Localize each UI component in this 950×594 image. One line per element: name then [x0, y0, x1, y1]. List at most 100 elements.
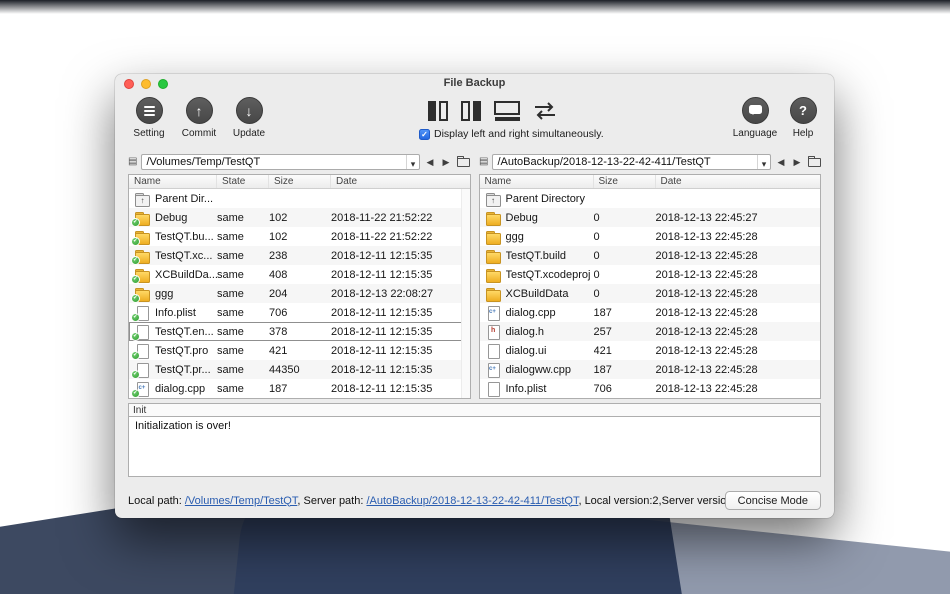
right-open-folder-button[interactable] [808, 155, 821, 167]
table-row[interactable]: ggg same 204 2018-12-13 22:08:27 [129, 284, 470, 303]
file-name: XCBuildData [505, 287, 569, 300]
zoom-button[interactable] [158, 79, 168, 89]
speech-bubble-icon [741, 97, 769, 124]
table-row[interactable]: TestQT.pro same 421 2018-12-11 12:15:35 [129, 341, 470, 360]
help-button[interactable]: Help [782, 97, 824, 139]
file-name: TestQT.build [505, 249, 567, 262]
file-size: 378 [269, 325, 288, 338]
sync-arrows-icon[interactable] [532, 99, 558, 123]
update-button[interactable]: Update [228, 97, 270, 139]
file-date: 2018-12-13 22:45:28 [655, 325, 758, 338]
right-forward-button[interactable] [791, 155, 803, 169]
table-row[interactable]: dialog.cpp 187 2018-12-13 22:45:28 [480, 303, 821, 322]
table-row[interactable]: ggg 0 2018-12-13 22:45:28 [480, 227, 821, 246]
table-row[interactable]: TestQT.build 0 2018-12-13 22:45:28 [479, 246, 820, 265]
column-header-size[interactable]: Size [269, 175, 331, 188]
toolbar: Setting Commit Update [115, 93, 834, 151]
horizontal-split-view-icon[interactable] [493, 99, 521, 123]
column-header-name[interactable]: Name [480, 175, 594, 188]
file-name: Parent Dir... [155, 192, 214, 205]
column-header-name[interactable]: Name [129, 175, 217, 188]
sync-check-badge [131, 236, 140, 246]
column-header-date[interactable]: Date [331, 175, 470, 188]
table-row[interactable]: dialog.h 257 2018-12-13 22:45:28 [479, 322, 820, 341]
concise-mode-button[interactable]: Concise Mode [724, 491, 821, 510]
table-row[interactable]: Info.plist 706 2018-12-13 22:45:28 [480, 379, 821, 398]
table-row[interactable]: TestQT.pr... same 44350 2018-12-11 12:15… [129, 360, 470, 379]
setting-label: Setting [133, 128, 165, 139]
column-header-date[interactable]: Date [656, 175, 821, 188]
file-date: 2018-12-11 12:15:35 [331, 325, 433, 338]
file-icon [485, 381, 501, 397]
file-date: 2018-12-13 22:45:27 [655, 211, 758, 224]
file-date: 2018-12-11 12:15:35 [331, 249, 433, 262]
file-size: 706 [269, 306, 288, 319]
column-header-state[interactable]: State [217, 175, 269, 188]
file-state: same [217, 268, 244, 281]
desktop-background: File Backup Setting Commit Update [0, 0, 950, 594]
folder-icon [131, 249, 150, 265]
sync-check-badge [131, 388, 140, 398]
toolbar-center-group: Display left and right simultaneously. [419, 99, 604, 140]
folder-icon [485, 211, 501, 226]
file-size: 102 [269, 211, 288, 224]
file-name: ggg [505, 230, 524, 243]
file-name: Info.plist [155, 306, 196, 319]
table-row[interactable]: dialog.cpp same 187 2018-12-11 12:15:35 [129, 379, 470, 398]
view-mode-icons [427, 99, 604, 123]
column-header-size[interactable]: Size [594, 175, 656, 188]
file-icon [485, 343, 501, 359]
right-back-button[interactable] [775, 155, 787, 169]
table-row[interactable]: TestQT.xcodeproj 0 2018-12-13 22:45:28 [480, 265, 821, 284]
table-row[interactable]: Parent Dir... [129, 189, 470, 208]
chevron-down-icon[interactable] [406, 155, 419, 169]
right-file-table-body: Parent Directory Debug 0 2018-12-13 22:4… [479, 189, 821, 398]
left-table-header: Name State Size Date [129, 175, 470, 189]
table-row[interactable]: Debug 0 2018-12-13 22:45:27 [479, 208, 820, 227]
parent-dir-icon [485, 192, 501, 207]
minimize-button[interactable] [141, 79, 151, 89]
setting-button[interactable]: Setting [128, 97, 170, 139]
language-button[interactable]: Language [732, 97, 778, 139]
toolbar-right-group: Language Help [732, 97, 824, 139]
left-open-folder-button[interactable] [457, 155, 470, 167]
file-date: 2018-12-11 12:15:35 [331, 344, 433, 357]
file-name: XCBuildDa... [155, 268, 217, 281]
right-pane-view-icon[interactable] [460, 99, 482, 123]
server-path-link[interactable]: /AutoBackup/2018-12-13-22-42-411/TestQT [366, 495, 578, 507]
file-icon [131, 362, 150, 379]
sync-check-badge [131, 293, 140, 303]
table-row[interactable]: dialogww.cpp 187 2018-12-13 22:45:28 [479, 360, 820, 379]
table-row[interactable]: TestQT.bu... same 102 2018-11-22 21:52:2… [129, 227, 470, 246]
display-sync-checkbox[interactable] [419, 128, 430, 140]
table-row[interactable]: Parent Directory [480, 189, 821, 208]
close-button[interactable] [124, 79, 134, 89]
log-output[interactable]: Initialization is over! [128, 417, 821, 477]
file-name: dialog.cpp [505, 306, 556, 319]
table-row[interactable]: TestQT.xc... same 238 2018-12-11 12:15:3… [129, 246, 470, 265]
table-row[interactable]: dialog.ui 421 2018-12-13 22:45:28 [480, 341, 821, 360]
left-pane-view-icon[interactable] [427, 99, 449, 123]
question-mark-icon [789, 97, 817, 124]
file-icon [131, 324, 150, 341]
log-section-label: Init [128, 403, 821, 417]
table-row[interactable]: Debug same 102 2018-11-22 21:52:22 [129, 208, 470, 227]
right-path-combobox[interactable]: /AutoBackup/2018-12-13-22-42-411/TestQT [492, 154, 771, 170]
table-row[interactable]: TestQT.en... same 378 2018-12-11 12:15:3… [129, 322, 470, 341]
left-path-combobox[interactable]: /Volumes/Temp/TestQT [141, 154, 420, 170]
language-label: Language [732, 128, 778, 139]
table-row[interactable]: XCBuildDa... same 408 2018-12-11 12:15:3… [129, 265, 470, 284]
file-state: same [217, 382, 244, 395]
commit-button[interactable]: Commit [178, 97, 220, 139]
traffic-lights [124, 79, 168, 89]
right-path-text: /AutoBackup/2018-12-13-22-42-411/TestQT [497, 156, 711, 168]
path-bars: ▤ /Volumes/Temp/TestQT ▤ /AutoBackup/201… [115, 151, 834, 171]
left-forward-button[interactable] [440, 155, 452, 169]
local-path-link[interactable]: /Volumes/Temp/TestQT [185, 495, 298, 507]
table-row[interactable]: Info.plist same 706 2018-12-11 12:15:35 [129, 303, 470, 322]
left-back-button[interactable] [424, 155, 436, 169]
chevron-down-icon[interactable] [757, 155, 770, 169]
file-name: dialog.ui [505, 344, 547, 357]
file-size: 238 [269, 249, 288, 262]
table-row[interactable]: XCBuildData 0 2018-12-13 22:45:28 [479, 284, 820, 303]
